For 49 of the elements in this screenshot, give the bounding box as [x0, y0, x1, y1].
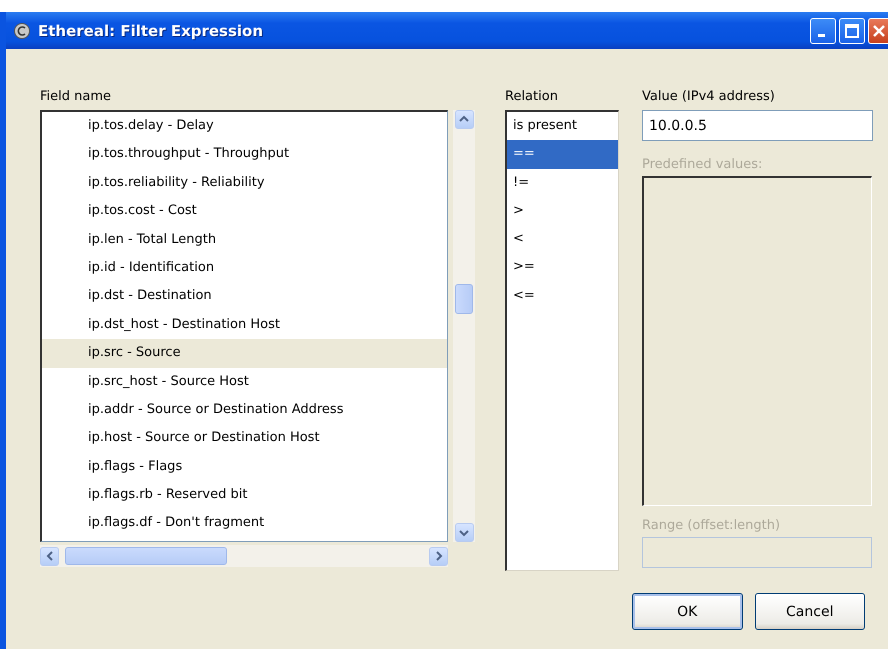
relation-list[interactable]: is present == != > < >= <= — [505, 110, 619, 571]
scroll-right-icon[interactable] — [429, 546, 448, 566]
scroll-down-icon[interactable] — [454, 523, 474, 542]
maximize-icon — [845, 24, 859, 38]
value-field[interactable]: 10.0.0.5 — [642, 110, 873, 141]
range-field[interactable] — [642, 537, 872, 568]
relation-label: Relation — [505, 89, 559, 106]
scroll-left-icon[interactable] — [40, 546, 59, 566]
field-item[interactable]: ip.dst_host - Destination Host — [42, 310, 447, 340]
field-item[interactable]: ip.len - Total Length — [42, 226, 447, 254]
app-icon — [14, 22, 30, 38]
horizontal-scrollbar[interactable] — [40, 545, 448, 567]
vertical-scrollbar[interactable] — [453, 110, 475, 542]
relation-item[interactable]: == — [507, 140, 618, 169]
field-item[interactable]: ip.src_host - Source Host — [42, 368, 447, 396]
relation-item[interactable]: is present — [507, 112, 618, 140]
field-item[interactable]: ip.tos.delay - Delay — [42, 112, 447, 140]
field-item[interactable]: ip.tos.cost - Cost — [42, 197, 447, 226]
dialog-button[interactable]: Cancel — [754, 593, 865, 630]
field-item[interactable]: ip.flags - Flags — [42, 452, 447, 482]
value-label: Value (IPv4 address) — [642, 89, 776, 106]
field-item[interactable]: ip.src - Source — [42, 339, 447, 368]
close-icon — [872, 24, 886, 38]
maximize-button[interactable] — [839, 18, 865, 44]
minimize-icon — [818, 34, 824, 37]
field-list[interactable] — [40, 110, 448, 542]
field-item[interactable]: ip.tos.reliability - Reliability — [42, 168, 447, 198]
field-item[interactable]: ip.flags.df - Don't fragment — [42, 509, 447, 538]
close-button[interactable] — [868, 18, 888, 44]
relation-item[interactable]: < — [507, 225, 618, 254]
field-item[interactable]: ip.id - Identification — [42, 254, 447, 282]
field-name-label: Field name — [40, 89, 112, 106]
scroll-up-icon[interactable] — [454, 110, 474, 129]
field-item[interactable]: ip.addr - Source or Destination Address — [42, 396, 447, 424]
range-label: Range (offset:length) — [642, 518, 782, 535]
window-title: Ethereal: Filter Expression — [38, 22, 264, 40]
scroll-thumb[interactable] — [455, 284, 473, 314]
relation-item[interactable]: != — [507, 168, 618, 197]
field-item[interactable]: ip.flags.rb - Reserved bit — [42, 481, 447, 510]
predefined-values-label: Predefined values: — [642, 157, 764, 174]
field-item[interactable]: ip.tos.throughput - Throughput — [42, 140, 447, 169]
relation-item[interactable]: > — [507, 196, 618, 226]
minimize-button[interactable] — [810, 18, 836, 44]
field-item[interactable]: ip.dst - Destination — [42, 282, 447, 311]
relation-item[interactable]: <= — [507, 282, 618, 310]
relation-item[interactable]: >= — [507, 253, 618, 282]
scroll-thumb[interactable] — [65, 547, 227, 565]
dialog-button[interactable]: OK — [632, 593, 742, 630]
field-item[interactable]: ip.host - Source or Destination Host — [42, 424, 447, 453]
